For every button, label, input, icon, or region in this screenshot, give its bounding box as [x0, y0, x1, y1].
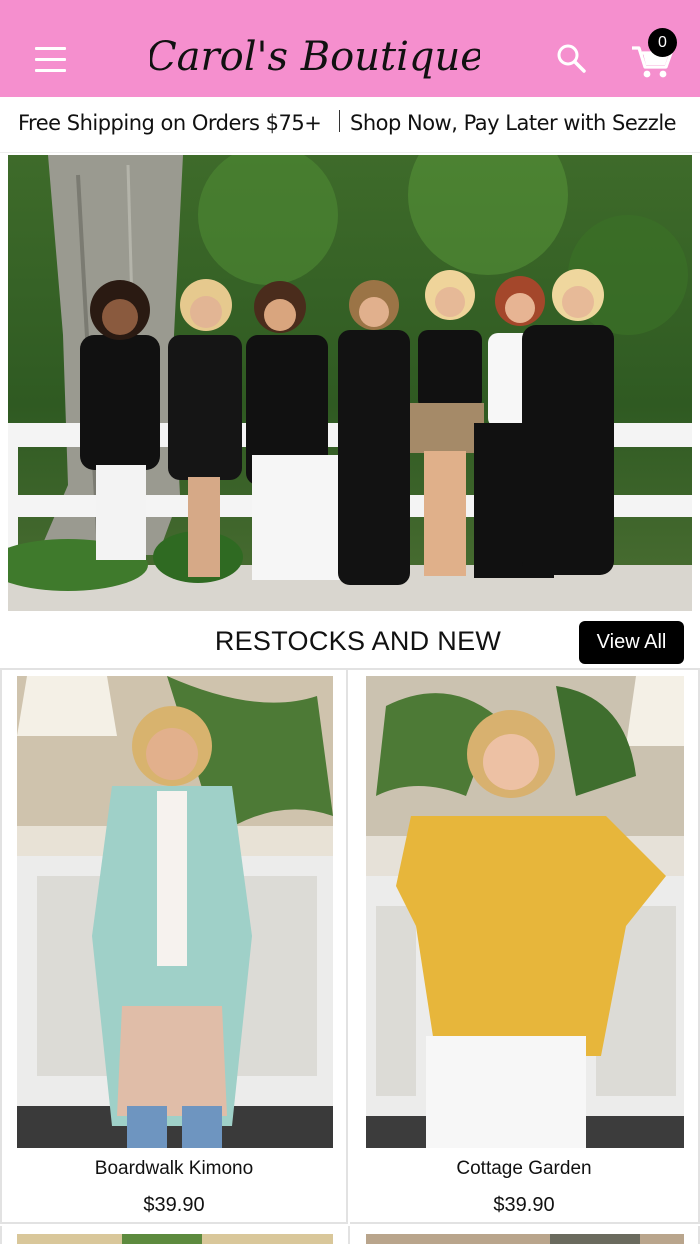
brand-logo-text: Carol's Boutique	[150, 34, 480, 80]
product-image[interactable]	[17, 676, 333, 1148]
view-all-button[interactable]: View All	[579, 621, 684, 664]
product-price: $39.90	[143, 1194, 205, 1216]
promo-shipping-link[interactable]: Free Shipping on Orders $75+	[18, 111, 322, 135]
product-card[interactable]: Cottage Garden $39.90	[350, 670, 700, 1224]
cart-count-badge: 0	[648, 28, 677, 57]
brand-logo[interactable]: Carol's Boutique	[150, 24, 480, 90]
product-price: $39.90	[493, 1194, 555, 1216]
search-icon[interactable]	[553, 40, 589, 76]
product-card-partial[interactable]	[350, 1226, 700, 1244]
product-name[interactable]: Cottage Garden	[350, 1158, 698, 1180]
hero-banner-image[interactable]	[8, 155, 692, 611]
menu-icon-bar-middle	[35, 58, 66, 61]
product-card[interactable]: Boardwalk Kimono $39.90	[0, 670, 348, 1224]
menu-button[interactable]	[30, 42, 70, 78]
product-name[interactable]: Boardwalk Kimono	[2, 1158, 346, 1180]
promo-sezzle-link[interactable]: Shop Now, Pay Later with Sezzle	[350, 111, 677, 135]
product-image[interactable]	[366, 676, 684, 1148]
menu-icon-bar-top	[35, 47, 66, 50]
promo-divider	[339, 110, 340, 132]
menu-icon-bar-bottom	[35, 69, 66, 72]
product-card-partial[interactable]	[0, 1226, 350, 1244]
